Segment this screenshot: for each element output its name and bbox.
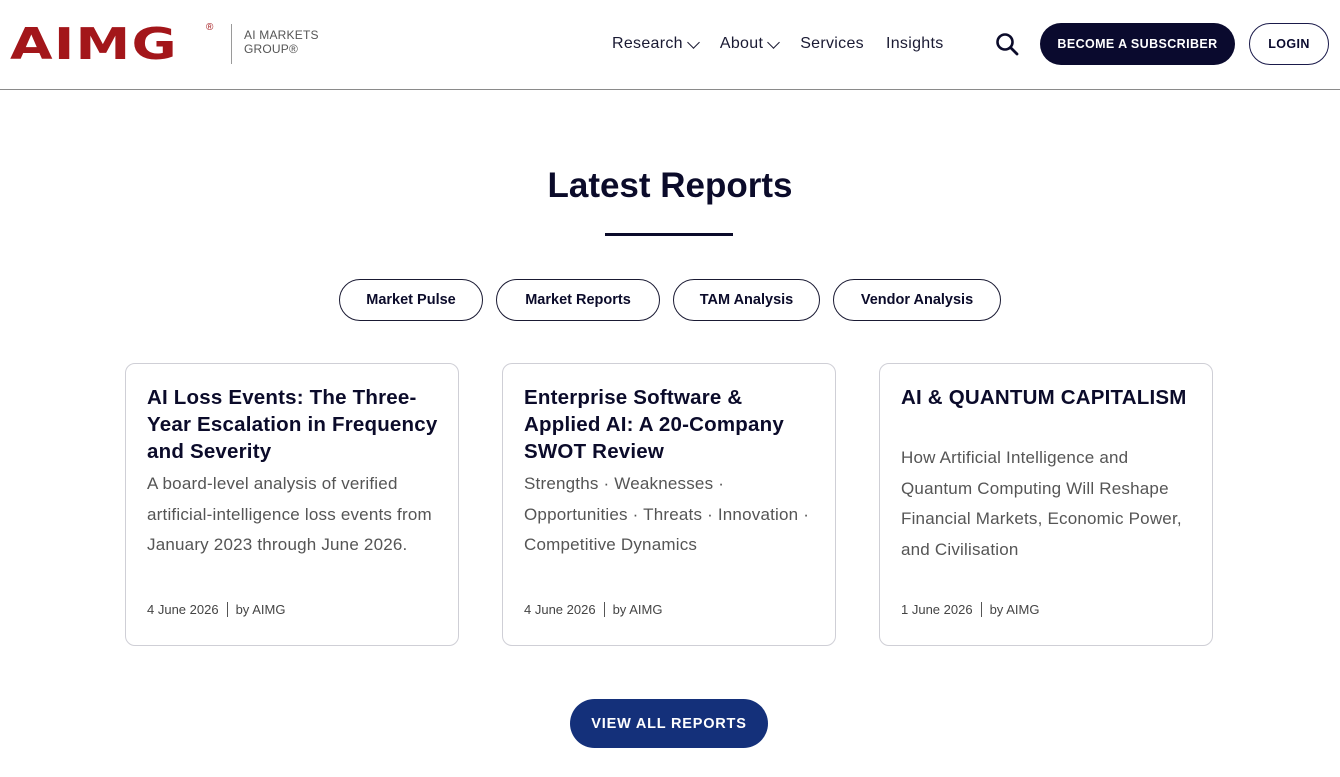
report-meta: 4 June 2026 by AIMG <box>147 602 285 617</box>
meta-divider <box>980 602 982 617</box>
report-author: by AIMG <box>612 602 663 617</box>
filter-vendor-analysis[interactable]: Vendor Analysis <box>833 279 1001 321</box>
nav-services-label: Services <box>800 35 864 52</box>
nav-research[interactable]: Research <box>612 35 700 53</box>
report-meta: 4 June 2026 by AIMG <box>524 602 662 617</box>
login-button[interactable]: LOGIN <box>1249 23 1329 65</box>
report-author: by AIMG <box>235 602 286 617</box>
report-description: Strengths · Weaknesses · Opportunities ·… <box>524 474 810 554</box>
meta-divider <box>226 602 228 617</box>
report-filters: Market Pulse Market Reports TAM Analysis… <box>0 279 1340 321</box>
meta-divider <box>603 602 605 617</box>
report-card[interactable]: AI Loss Events: The Three-Year Escalatio… <box>125 363 459 646</box>
main-nav: Research About Services Insights <box>612 30 966 58</box>
report-card[interactable]: Enterprise Software & Applied AI: A 20-C… <box>502 363 836 646</box>
section-title: Latest Reports <box>547 166 793 205</box>
nav-about-label: About <box>719 35 764 52</box>
report-title[interactable]: AI & QUANTUM CAPITALISM <box>901 384 1196 411</box>
chevron-down-icon <box>687 35 700 49</box>
aimg-logo[interactable]: AIMG ® AI MARKETS GROUP® <box>10 22 318 68</box>
report-date: 1 June 2026 <box>901 602 973 617</box>
become-subscriber-button[interactable]: BECOME A SUBSCRIBER <box>1040 23 1235 65</box>
logo-registered-mark: ® <box>206 22 214 33</box>
logo-divider <box>231 24 232 64</box>
filter-market-reports[interactable]: Market Reports <box>496 279 660 321</box>
search-icon[interactable] <box>995 32 1019 56</box>
filter-tam-analysis[interactable]: TAM Analysis <box>673 279 820 321</box>
report-title[interactable]: AI Loss Events: The Three-Year Escalatio… <box>147 384 442 465</box>
report-date: 4 June 2026 <box>524 602 596 617</box>
report-title[interactable]: Enterprise Software & Applied AI: A 20-C… <box>524 384 819 465</box>
logo-subtitle-line1: AI MARKETS <box>244 28 319 42</box>
nav-services[interactable]: Services <box>800 35 864 53</box>
logo-subtitle-line2: GROUP® <box>244 42 299 56</box>
report-author: by AIMG <box>989 602 1040 617</box>
chevron-down-icon <box>767 35 781 49</box>
report-date: 4 June 2026 <box>147 602 219 617</box>
logo-wordmark: AIMG <box>10 19 178 70</box>
report-card[interactable]: AI & QUANTUM CAPITALISM How Artificial I… <box>879 363 1213 646</box>
report-meta: 1 June 2026 by AIMG <box>901 602 1039 617</box>
filter-market-pulse[interactable]: Market Pulse <box>339 279 483 321</box>
nav-about[interactable]: About <box>719 35 781 53</box>
site-header: AIMG ® AI MARKETS GROUP® Research About … <box>0 0 1340 90</box>
logo-subtitle: AI MARKETS GROUP® <box>244 28 334 56</box>
nav-research-label: Research <box>612 35 683 52</box>
nav-insights[interactable]: Insights <box>886 35 944 53</box>
view-all-reports-button[interactable]: VIEW ALL REPORTS <box>570 699 768 748</box>
title-underline <box>605 233 733 236</box>
report-description: A board-level analysis of verified artif… <box>147 474 432 554</box>
report-description: How Artificial Intelligence and Quantum … <box>901 448 1182 559</box>
nav-insights-label: Insights <box>885 35 944 52</box>
